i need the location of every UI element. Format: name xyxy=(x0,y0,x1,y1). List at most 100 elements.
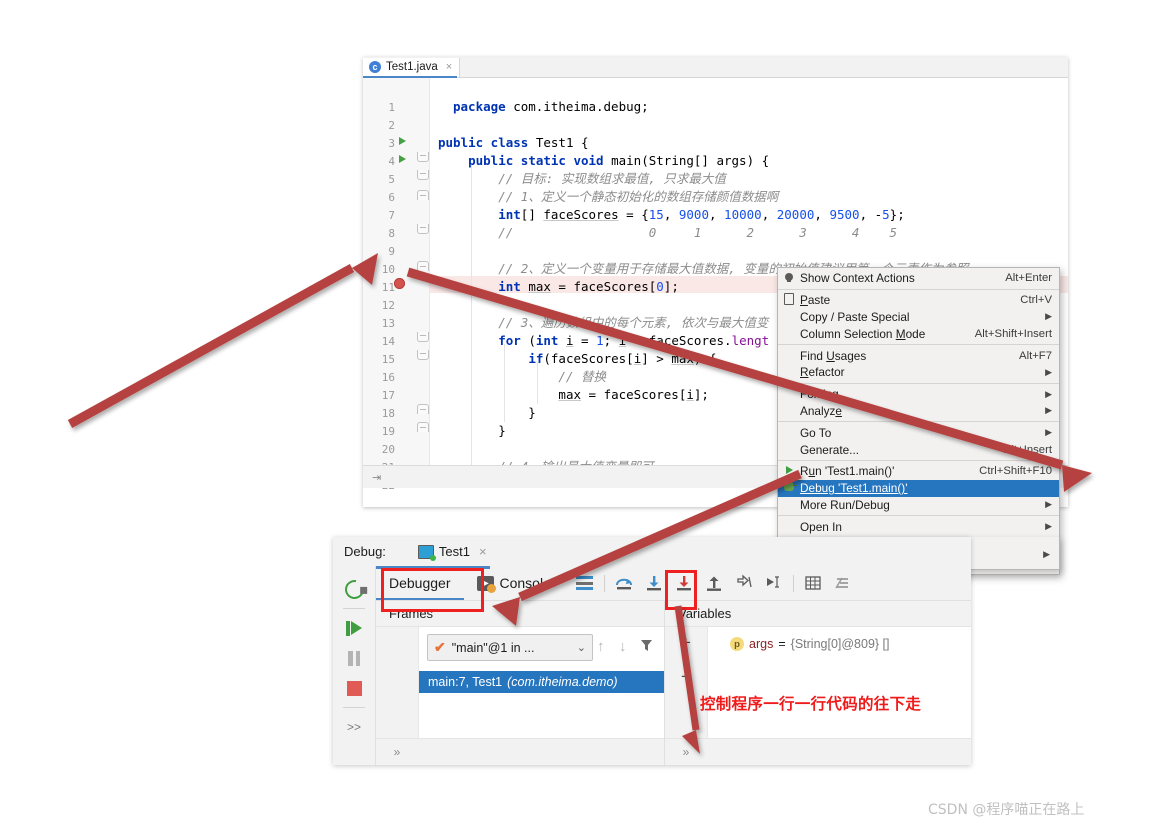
resume-button[interactable] xyxy=(339,613,369,643)
code-line: package com.itheima.debug; xyxy=(453,99,649,114)
fold-marker[interactable] xyxy=(417,170,429,180)
code-line: for (int i = 1; i < faceScores.lengt xyxy=(498,333,770,348)
menu-item-paste[interactable]: PPasteaste Ctrl+V xyxy=(778,292,1059,309)
run-gutter-icon-line3[interactable] xyxy=(399,137,406,145)
frames-pane: Frames ✔ "main"@1 in ... ⌄ ↑ ↓ main:7, T… xyxy=(376,601,665,765)
menu-item-generate[interactable]: Generate... Alt+Insert xyxy=(778,441,1059,458)
menu-item-refactor[interactable]: RefactorRefactor ▶ xyxy=(778,364,1059,381)
code-line: // 1、定义一个静态初始化的数组存储颜值数据啊 xyxy=(438,189,779,204)
menu-separator xyxy=(778,382,1059,384)
variables-list[interactable]: p args = {String[0]@809} [] xyxy=(708,627,971,738)
fold-marker[interactable] xyxy=(417,404,429,414)
menu-item-accel: Alt+Insert xyxy=(1003,443,1052,456)
expand-button[interactable]: >> xyxy=(339,712,369,742)
menu-item-find-usages[interactable]: Find UsagesFind Usages Alt+F7 xyxy=(778,347,1059,364)
breakpoint-marker[interactable] xyxy=(394,278,405,289)
fold-marker[interactable] xyxy=(417,224,429,234)
fold-marker[interactable] xyxy=(417,422,429,432)
step-over-icon[interactable] xyxy=(609,566,639,600)
code-line: max = faceScores[i]; xyxy=(558,387,709,402)
expand-variables-icon[interactable]: » xyxy=(665,745,707,759)
stop-button[interactable] xyxy=(339,673,369,703)
chevron-down-icon: ⌄ xyxy=(576,642,586,654)
menu-item-go-to[interactable]: Go To ▶ xyxy=(778,424,1059,441)
close-icon[interactable]: × xyxy=(479,544,487,559)
variables-gutter: + − xyxy=(665,627,708,738)
editor-context-menu[interactable]: Show Context Actions Alt+Enter PPasteast… xyxy=(777,267,1060,575)
run-to-cursor-icon[interactable] xyxy=(759,566,789,600)
fold-marker[interactable] xyxy=(417,190,429,200)
step-out-icon[interactable] xyxy=(699,566,729,600)
menu-item-folding[interactable]: Folding ▶ xyxy=(778,386,1059,403)
menu-item-more-run-debug[interactable]: More Run/Debug ▶ xyxy=(778,497,1059,514)
submenu-arrow-icon: ▶ xyxy=(1045,405,1052,416)
fold-marker[interactable] xyxy=(417,332,429,342)
variable-row-args[interactable]: p args = {String[0]@809} [] xyxy=(730,637,890,651)
rerun-button[interactable] xyxy=(339,574,369,604)
show-execution-point-icon[interactable] xyxy=(570,566,600,600)
mute-breakpoints-icon[interactable] xyxy=(828,566,858,600)
annotation-note: 控制程序一行一行代码的往下走 xyxy=(700,695,922,713)
clipboard-icon xyxy=(778,292,800,308)
close-icon[interactable]: × xyxy=(446,61,452,73)
divider xyxy=(343,707,365,708)
variable-name: args xyxy=(749,637,774,651)
drop-frame-icon[interactable] xyxy=(729,566,759,600)
submenu-arrow-icon: ▶ xyxy=(1045,366,1052,377)
fold-marker[interactable] xyxy=(417,261,429,271)
menu-item-analyze[interactable]: AnalyzeAnalyze ▶ xyxy=(778,403,1059,420)
add-watch-button[interactable]: + xyxy=(681,633,691,653)
fold-marker[interactable] xyxy=(417,152,429,162)
editor-gutter[interactable]: 1 2 3 4 5 6 7 8 9 10 11 12 13 14 15 16 1… xyxy=(363,78,415,492)
debug-panes: Frames ✔ "main"@1 in ... ⌄ ↑ ↓ main:7, T… xyxy=(376,601,971,765)
code-line: // 0 1 2 3 4 5 xyxy=(438,225,898,240)
frame-row[interactable]: main:7, Test1 (com.itheima.demo) xyxy=(419,671,664,693)
pause-button[interactable] xyxy=(339,643,369,673)
frames-body: ✔ "main"@1 in ... ⌄ ↑ ↓ main:7, Test1 (c… xyxy=(376,627,664,738)
code-line: public class Test1 { xyxy=(438,135,589,150)
menu-item-debug-test1-main[interactable]: Debug 'Test1.main()'Debug 'Test1.main()' xyxy=(778,479,1059,497)
variable-equals: = xyxy=(778,637,786,651)
evaluate-expression-icon[interactable] xyxy=(798,566,828,600)
run-icon xyxy=(778,465,800,477)
submenu-arrow-icon: ▶ xyxy=(1045,499,1052,510)
menu-item-copy-paste-special[interactable]: Copy / Paste Special ▶ xyxy=(778,309,1059,326)
run-config-label: Test1 xyxy=(438,544,470,559)
menu-item-accel: Alt+F7 xyxy=(1019,349,1052,362)
divider xyxy=(792,574,794,592)
code-line: } xyxy=(438,423,506,438)
frames-footer: » xyxy=(376,738,664,765)
funnel-icon[interactable] xyxy=(640,639,653,657)
run-gutter-icon-line4[interactable] xyxy=(399,155,406,163)
divider xyxy=(343,608,365,609)
editor-fold-column[interactable] xyxy=(415,78,430,488)
divider xyxy=(603,574,605,592)
submenu-arrow-icon: ▶ xyxy=(1043,549,1050,559)
code-line: // 3、遍历数组中的每个元素, 依次与最大值变 xyxy=(438,315,769,330)
frame-up-icon[interactable]: ↑ xyxy=(597,638,605,655)
variables-header: Variables xyxy=(665,601,971,627)
menu-item-accel: Alt+Shift+Insert xyxy=(974,327,1052,340)
code-line: public static void main(String[] args) { xyxy=(468,153,770,168)
menu-item-run-test1-main[interactable]: Run 'Test1.main()'Run 'Test1.main()' Ctr… xyxy=(778,463,1059,480)
variable-value: {String[0]@809} [] xyxy=(790,637,890,651)
variables-body: + − p args = {String[0]@809} [] xyxy=(665,627,971,738)
editor-tab-test1-java[interactable]: c Test1.java × xyxy=(363,57,461,77)
fold-marker[interactable] xyxy=(417,350,429,360)
frames-list[interactable]: ✔ "main"@1 in ... ⌄ ↑ ↓ main:7, Test1 (c… xyxy=(419,627,664,738)
code-line: if(faceScores[i] > max) { xyxy=(528,351,717,366)
expand-frames-icon[interactable]: » xyxy=(376,745,418,759)
submenu-arrow-icon: ▶ xyxy=(1045,388,1052,399)
debugger-tab-highlight-box xyxy=(381,568,484,612)
code-line: int[] faceScores = {15, 9000, 10000, 200… xyxy=(498,207,905,222)
menu-separator xyxy=(778,344,1059,346)
remove-watch-button[interactable]: − xyxy=(681,667,691,687)
menu-item-show-context-actions[interactable]: Show Context Actions Alt+Enter xyxy=(778,270,1059,287)
thread-selector[interactable]: ✔ "main"@1 in ... ⌄ xyxy=(427,634,593,661)
indent-icon: ⇥ xyxy=(372,472,382,484)
menu-item-open-in[interactable]: Open In ▶ xyxy=(778,518,1059,535)
run-configuration-tab[interactable]: Test1 × xyxy=(417,544,487,561)
frame-down-icon[interactable]: ↓ xyxy=(619,638,627,655)
menu-item-column-selection-mode[interactable]: Column Selection ModeColumn Selection Mo… xyxy=(778,325,1059,342)
menu-item-label: More Run/Debug xyxy=(800,497,890,512)
